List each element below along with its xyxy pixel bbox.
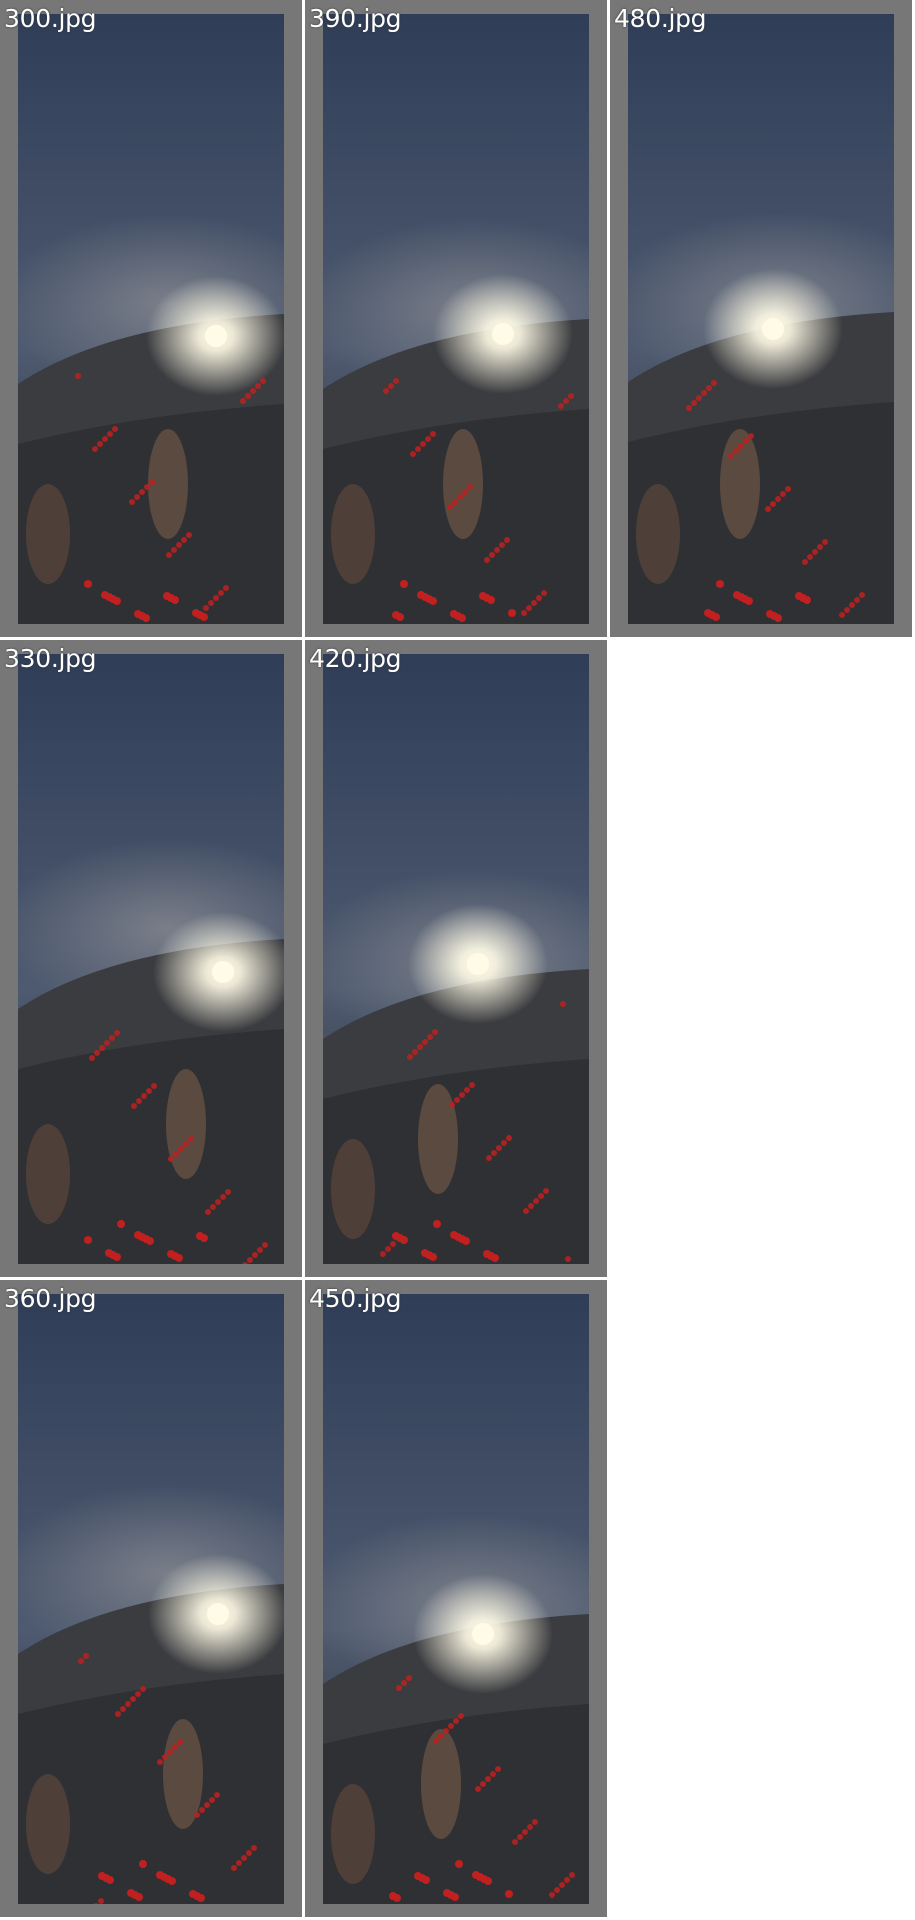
thumbnail-image [323, 1294, 589, 1904]
thumbnail-filename: 480.jpg [614, 4, 707, 33]
thumbnail-480[interactable]: 480.jpg [610, 0, 912, 637]
thumbnail-420[interactable]: 420.jpg [305, 640, 607, 1277]
thumbnail-image [18, 1294, 284, 1904]
thumbnail-image [323, 654, 589, 1264]
thumbnail-image [18, 14, 284, 624]
thumbnail-360[interactable]: 360.jpg [0, 1280, 302, 1917]
thumbnail-filename: 330.jpg [4, 644, 97, 673]
thumbnail-filename: 390.jpg [309, 4, 402, 33]
thumbnail-filename: 420.jpg [309, 644, 402, 673]
thumbnail-390[interactable]: 390.jpg [305, 0, 607, 637]
thumbnail-grid: 300.jpg 390.jpg 480.jpg 330.jpg 420.jpg … [0, 0, 915, 1920]
thumbnail-image [628, 14, 894, 624]
thumbnail-filename: 360.jpg [4, 1284, 97, 1313]
thumbnail-image [323, 14, 589, 624]
thumbnail-filename: 300.jpg [4, 4, 97, 33]
thumbnail-300[interactable]: 300.jpg [0, 0, 302, 637]
thumbnail-450[interactable]: 450.jpg [305, 1280, 607, 1917]
thumbnail-330[interactable]: 330.jpg [0, 640, 302, 1277]
thumbnail-filename: 450.jpg [309, 1284, 402, 1313]
thumbnail-image [18, 654, 284, 1264]
